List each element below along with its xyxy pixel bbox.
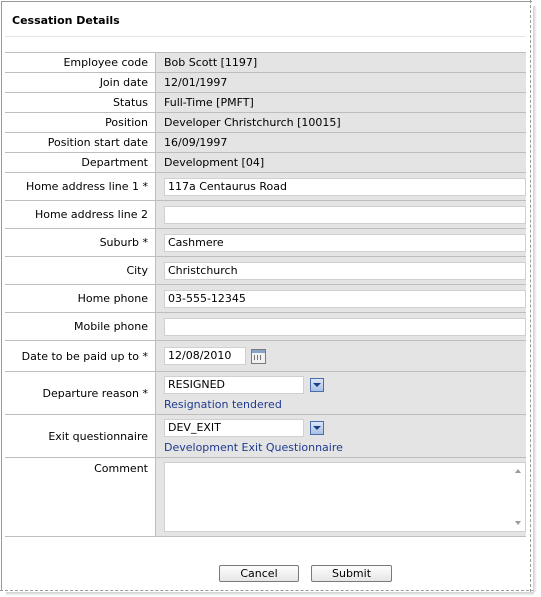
home-address-1-input[interactable]: 117a Centaurus Road bbox=[164, 177, 526, 196]
comment-scrollbar[interactable] bbox=[511, 463, 525, 531]
comment-label: Comment bbox=[5, 457, 156, 537]
exit-questionnaire-description: Development Exit Questionnaire bbox=[164, 440, 343, 454]
position-start-date-value: 16/09/1997 bbox=[155, 132, 526, 153]
position-label: Position bbox=[5, 112, 156, 133]
home-phone-label: Home phone bbox=[5, 284, 156, 313]
mobile-phone-label: Mobile phone bbox=[5, 312, 156, 341]
home-address-2-label: Home address line 2 bbox=[5, 200, 156, 229]
comment-textarea[interactable] bbox=[164, 462, 526, 532]
position-value: Developer Christchurch [10015] bbox=[155, 112, 526, 133]
city-input[interactable]: Christchurch bbox=[164, 261, 526, 280]
home-address-1-label: Home address line 1 * bbox=[5, 172, 156, 201]
paid-up-to-date-input[interactable]: 12/08/2010 bbox=[164, 347, 246, 365]
paid-up-to-label: Date to be paid up to * bbox=[5, 340, 156, 372]
shadow-right bbox=[533, 6, 537, 592]
chevron-down-icon[interactable] bbox=[310, 420, 324, 435]
submit-button[interactable]: Submit bbox=[311, 565, 392, 582]
calendar-icon[interactable] bbox=[251, 348, 266, 364]
department-label: Department bbox=[5, 152, 156, 173]
departure-reason-select[interactable]: RESIGNED bbox=[164, 375, 304, 394]
cessation-form: Employee code Bob Scott [1197] Join date… bbox=[5, 52, 526, 537]
join-date-label: Join date bbox=[5, 72, 156, 93]
department-value: Development [04] bbox=[155, 152, 526, 173]
suburb-label: Suburb * bbox=[5, 228, 156, 257]
employee-code-label: Employee code bbox=[5, 52, 156, 73]
chevron-down-icon[interactable] bbox=[310, 377, 324, 392]
city-label: City bbox=[5, 256, 156, 285]
title-divider bbox=[5, 36, 526, 37]
exit-questionnaire-label: Exit questionnaire bbox=[5, 414, 156, 458]
home-phone-input[interactable]: 03-555-12345 bbox=[164, 289, 526, 308]
cancel-button[interactable]: Cancel bbox=[219, 565, 299, 582]
status-value: Full-Time [PMFT] bbox=[155, 92, 526, 113]
scroll-up-icon[interactable] bbox=[515, 469, 521, 473]
mobile-phone-input[interactable] bbox=[164, 317, 526, 336]
departure-reason-description: Resignation tendered bbox=[164, 397, 282, 411]
page-title: Cessation Details bbox=[12, 14, 120, 27]
suburb-input[interactable]: Cashmere bbox=[164, 233, 526, 252]
join-date-value: 12/01/1997 bbox=[155, 72, 526, 93]
exit-questionnaire-select[interactable]: DEV_EXIT bbox=[164, 418, 304, 437]
home-address-2-input[interactable] bbox=[164, 205, 526, 224]
scroll-down-icon[interactable] bbox=[515, 521, 521, 525]
shadow-bottom bbox=[6, 592, 534, 596]
position-start-date-label: Position start date bbox=[5, 132, 156, 153]
employee-code-value: Bob Scott [1197] bbox=[155, 52, 526, 73]
departure-reason-label: Departure reason * bbox=[5, 371, 156, 415]
status-label: Status bbox=[5, 92, 156, 113]
